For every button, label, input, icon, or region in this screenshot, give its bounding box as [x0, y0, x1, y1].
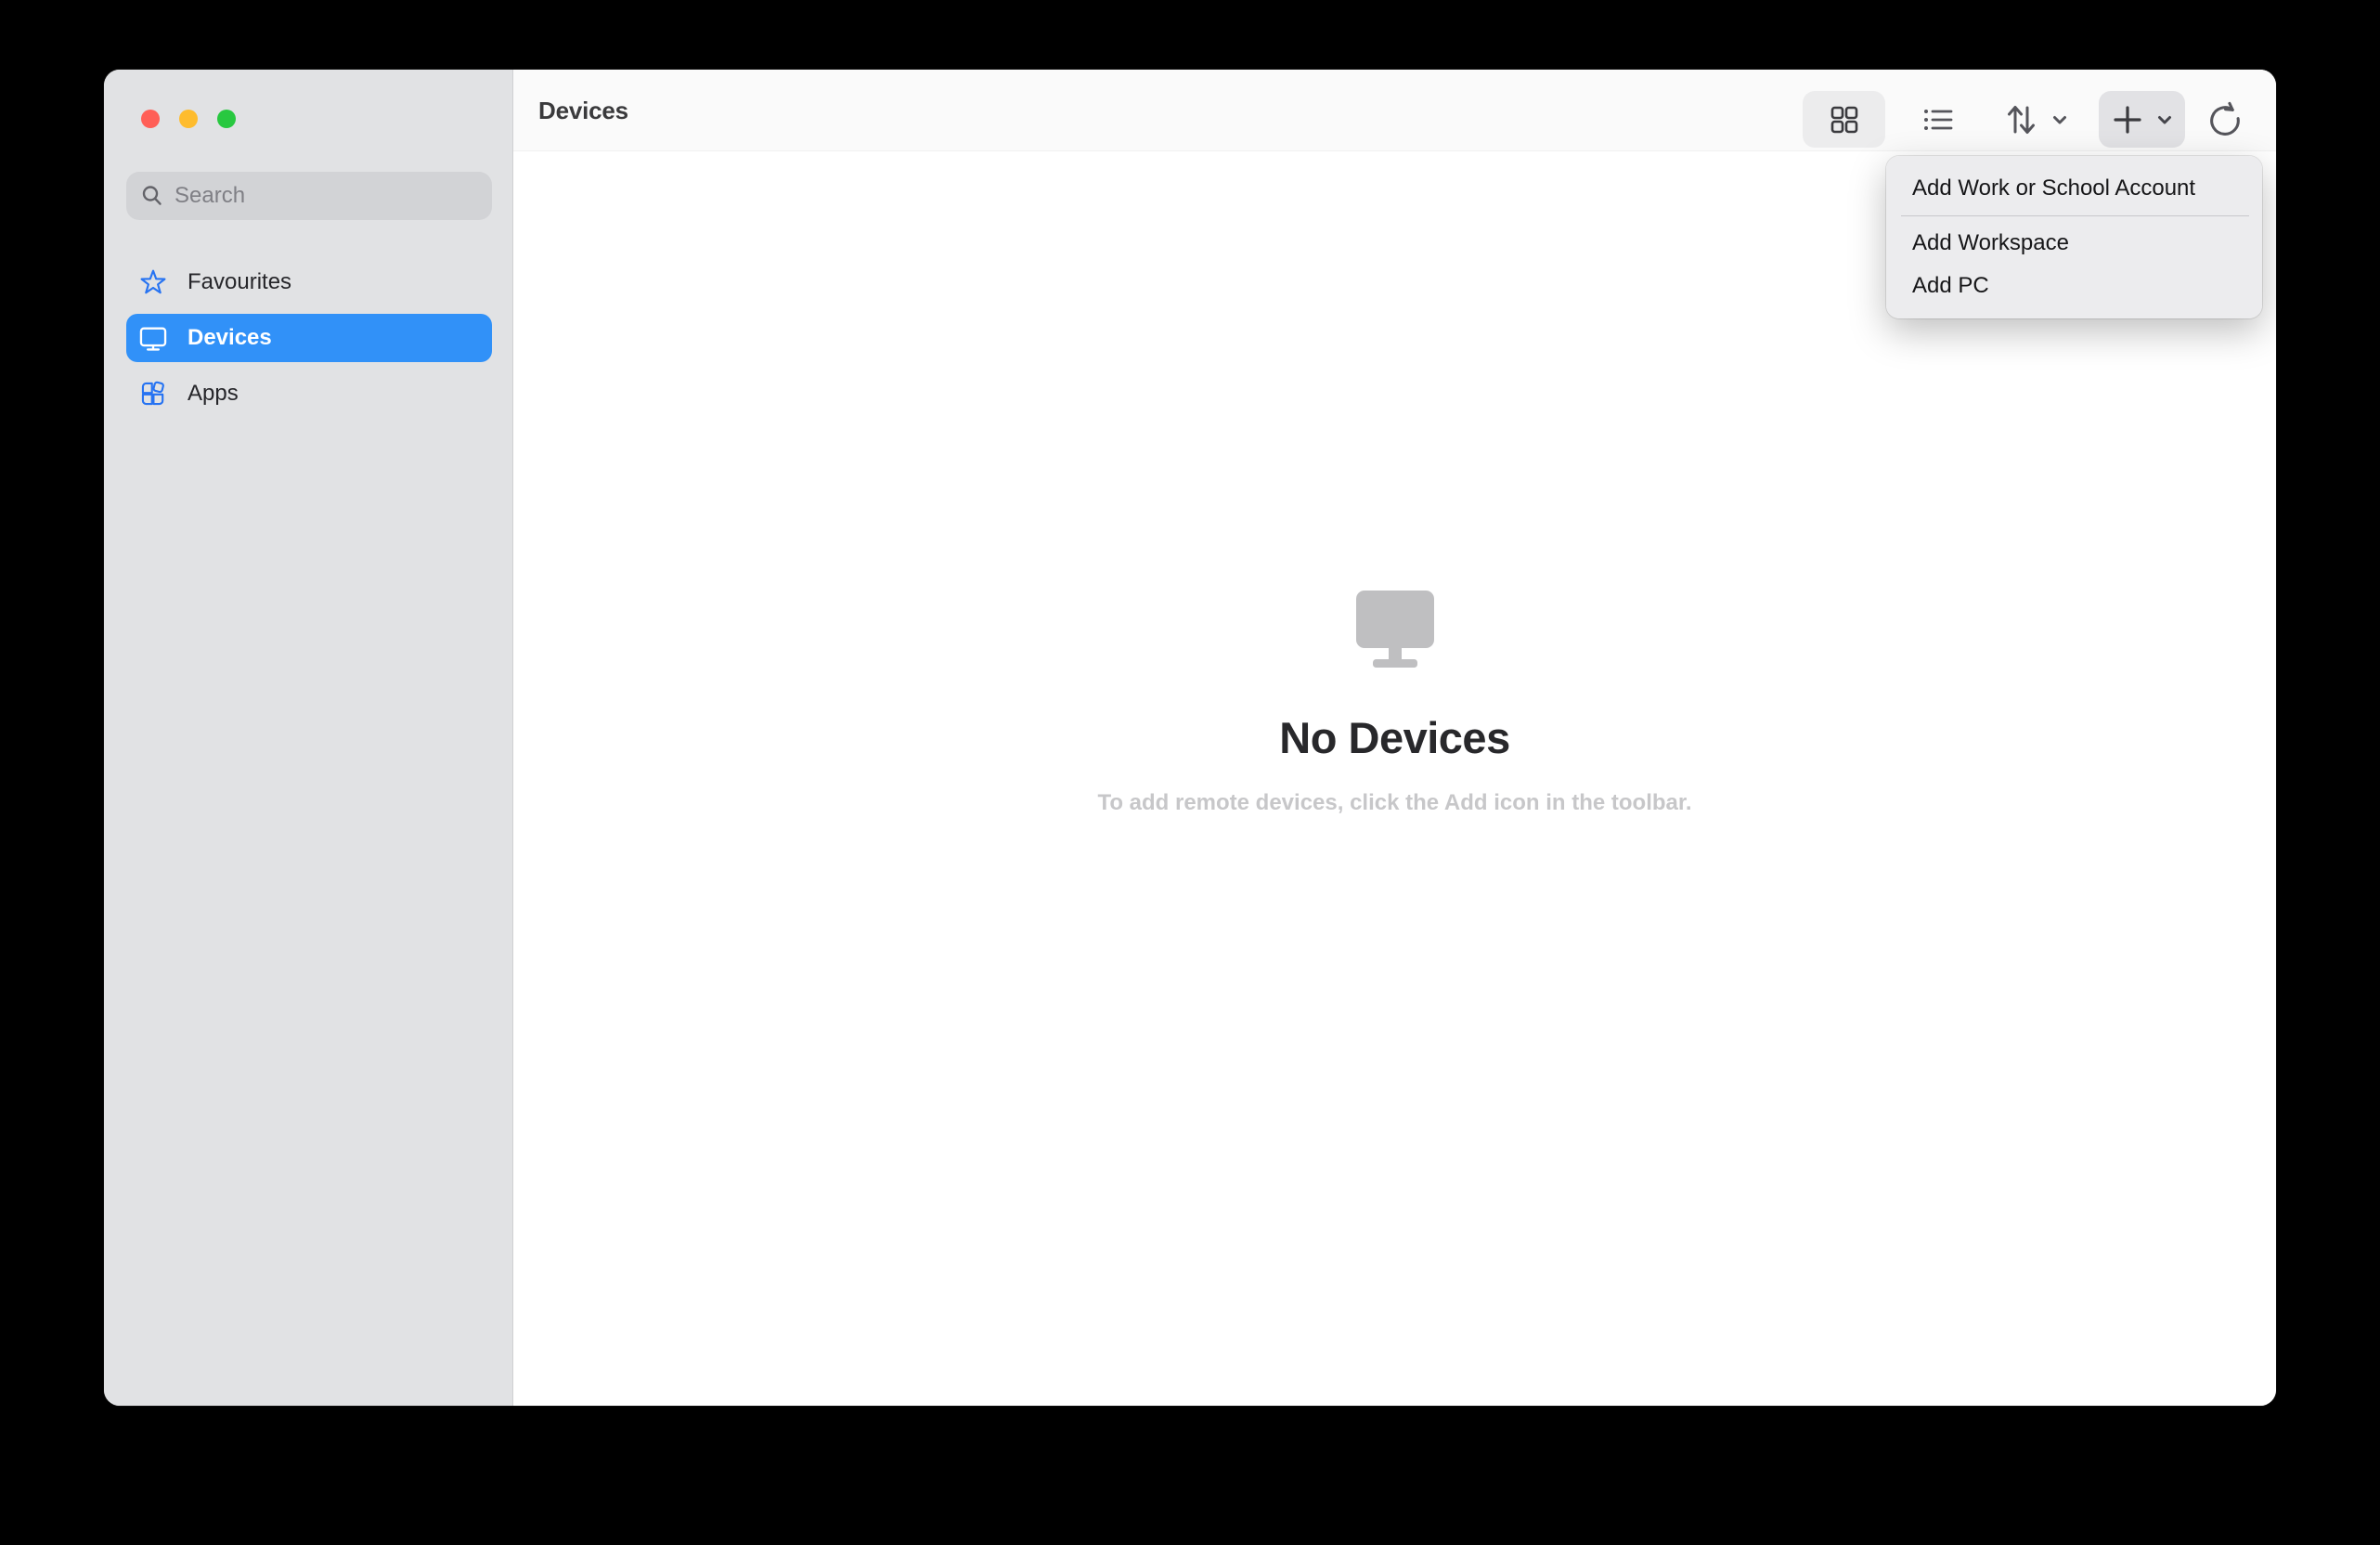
close-window-button[interactable] — [141, 110, 160, 128]
empty-state-subtitle: To add remote devices, click the Add ico… — [513, 790, 2276, 816]
grid-2x2-icon — [1826, 101, 1863, 138]
search-input[interactable] — [175, 183, 479, 209]
search-field[interactable] — [126, 172, 492, 220]
chevron-down-icon — [2154, 110, 2175, 130]
sidebar-item-apps[interactable]: Apps — [126, 370, 492, 418]
empty-state-monitor-icon — [513, 591, 2276, 669]
sidebar-item-label: Devices — [188, 325, 272, 351]
sidebar-item-favourites[interactable]: Favourites — [126, 258, 492, 306]
arrow-clockwise-icon — [2205, 99, 2245, 140]
star-icon — [136, 265, 171, 300]
toolbar: Devices — [513, 70, 2276, 151]
menu-item-add-workspace[interactable]: Add Workspace — [1886, 222, 2262, 265]
chevron-down-icon — [2050, 110, 2070, 130]
plus-icon — [2109, 101, 2146, 138]
traffic-lights — [141, 110, 236, 128]
magnifier-icon — [139, 183, 165, 209]
zoom-window-button[interactable] — [217, 110, 236, 128]
grid-view-button[interactable] — [1803, 91, 1885, 148]
add-dropdown-menu: Add Work or School Account Add Workspace… — [1886, 156, 2262, 318]
empty-state-title: No Devices — [513, 712, 2276, 763]
sidebar-item-label: Favourites — [188, 269, 291, 295]
list-view-button[interactable] — [1906, 91, 1971, 148]
app-window: Favourites Devices — [104, 70, 2276, 1406]
menu-item-add-work-or-school-account[interactable]: Add Work or School Account — [1886, 167, 2262, 210]
refresh-button[interactable] — [2192, 91, 2257, 148]
page-title: Devices — [538, 70, 628, 151]
add-button[interactable] — [2099, 91, 2185, 148]
menu-divider — [1901, 215, 2249, 216]
monitor-icon — [136, 320, 171, 356]
sidebar-item-devices[interactable]: Devices — [126, 314, 492, 362]
minimize-window-button[interactable] — [179, 110, 198, 128]
arrows-up-down-icon — [1999, 98, 2042, 141]
sidebar: Favourites Devices — [104, 70, 513, 1406]
list-bullets-icon — [1919, 100, 1958, 139]
sort-button[interactable] — [1985, 91, 2084, 148]
sidebar-nav: Favourites Devices — [126, 258, 492, 425]
sidebar-item-label: Apps — [188, 381, 239, 407]
content-area: Devices — [513, 70, 2276, 1406]
app-grid-icon — [136, 376, 171, 411]
menu-item-add-pc[interactable]: Add PC — [1886, 265, 2262, 307]
